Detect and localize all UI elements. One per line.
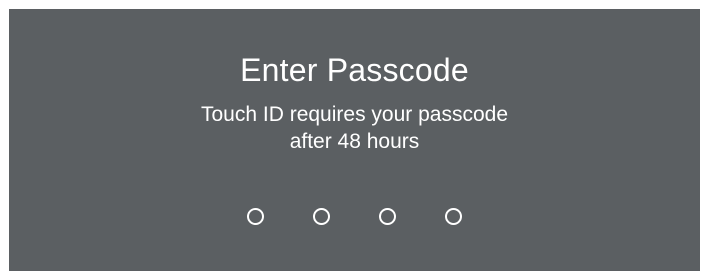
- passcode-dots: [9, 208, 700, 225]
- passcode-message: Touch ID requires your passcode after 48…: [9, 101, 700, 155]
- passcode-dot-4: [445, 208, 462, 225]
- passcode-title: Enter Passcode: [240, 52, 469, 88]
- passcode-screen: Enter Passcode Touch ID requires your pa…: [9, 9, 700, 271]
- passcode-dot-1: [247, 208, 264, 225]
- passcode-dot-2: [313, 208, 330, 225]
- passcode-message-line1: Touch ID requires your passcode: [201, 103, 508, 126]
- passcode-dot-3: [379, 208, 396, 225]
- passcode-message-line2: after 48 hours: [289, 130, 420, 153]
